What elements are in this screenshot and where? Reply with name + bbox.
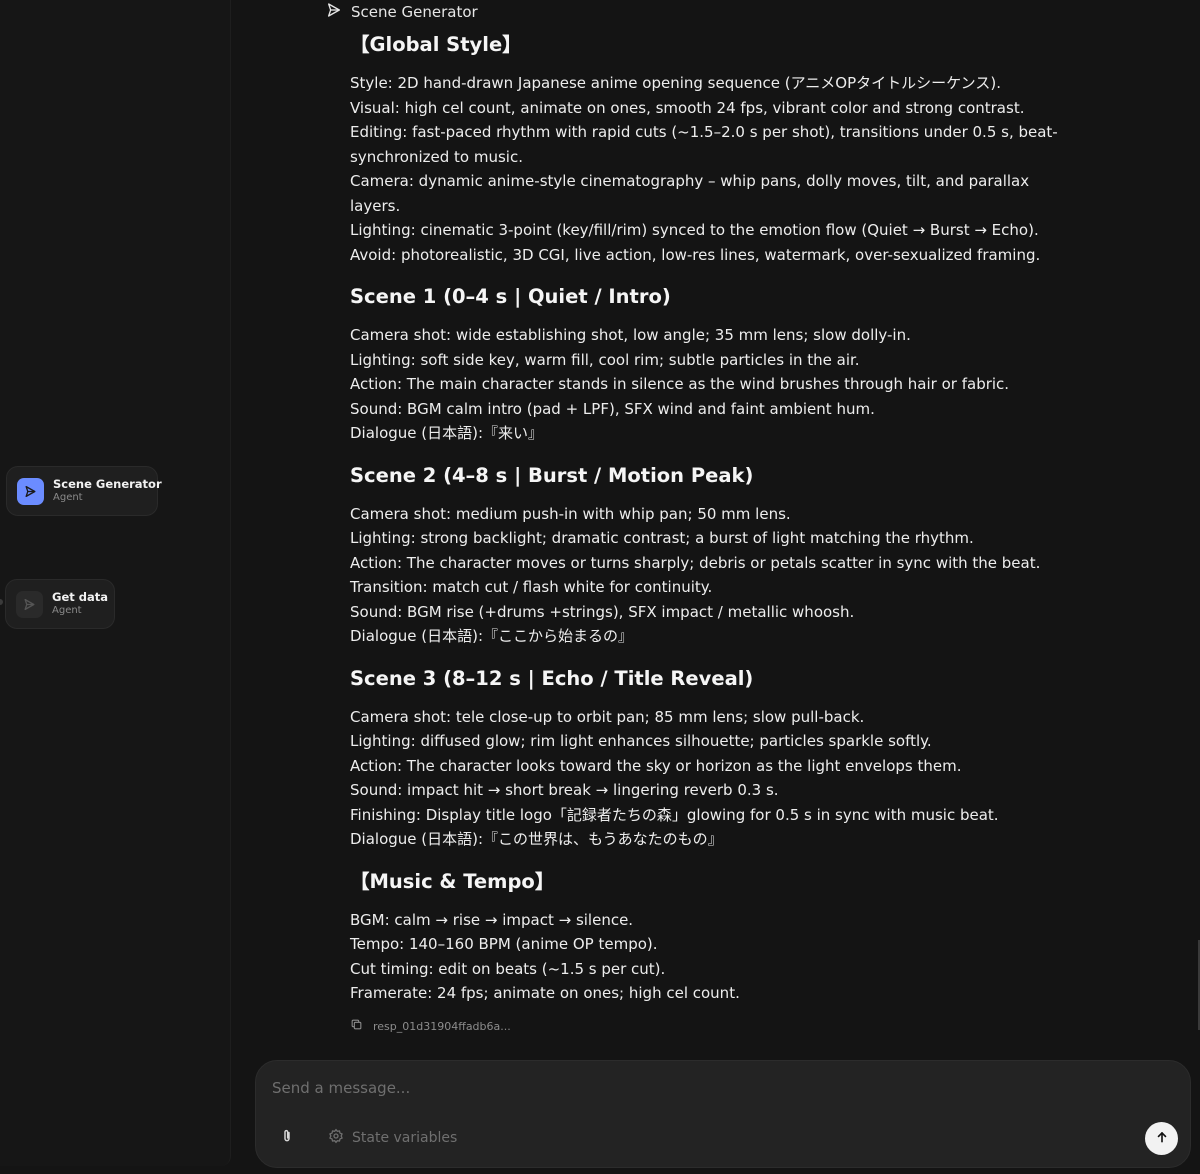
edge-connector [0, 599, 3, 605]
message-line: Lighting: cinematic 3-point (key/fill/ri… [350, 221, 1039, 239]
paper-plane-icon [17, 477, 44, 505]
chat-panel: Scene Generator 【Global Style】 Style: 2D… [231, 0, 1200, 1174]
agent-name: Scene Generator [351, 3, 478, 21]
section-heading: Scene 1 (0–4 s | Quiet / Intro) [350, 285, 671, 308]
message-line: Framerate: 24 fps; animate on ones; high… [350, 984, 740, 1002]
copy-icon[interactable] [350, 1018, 363, 1034]
message-line: Action: The character looks toward the s… [350, 756, 962, 775]
attach-button[interactable] [276, 1127, 298, 1149]
message-line: Cut timing: edit on beats (~1.5 s per cu… [350, 959, 666, 978]
message-input[interactable] [272, 1075, 1152, 1101]
message-line: Finishing: Display title logo「記録者たちの森」gl… [350, 805, 999, 824]
section-heading: 【Music & Tempo】 [350, 869, 555, 893]
paperclip-icon [279, 1128, 295, 1148]
message-line: Sound: impact hit → short break → linger… [350, 781, 779, 799]
gear-icon [328, 1128, 344, 1148]
message-line: BGM: calm → rise → impact → silence. [350, 910, 634, 929]
response-id[interactable]: resp_01d31904ffadb6a... [350, 1016, 511, 1036]
message-line: Visual: high cel count, animate on ones,… [350, 98, 1025, 117]
section-heading: 【Global Style】 [350, 33, 522, 56]
message-line: Camera shot: tele close-up to orbit pan;… [350, 707, 865, 726]
section-heading: Scene 2 (4–8 s | Burst / Motion Peak) [350, 463, 754, 487]
section-scene-2: Scene 2 (4–8 s | Burst / Motion Peak) Ca… [350, 461, 1070, 649]
section-scene-1: Scene 1 (0–4 s | Quiet / Intro) Camera s… [350, 282, 1070, 446]
arrow-up-icon [1155, 1129, 1169, 1148]
message-line: Lighting: strong backlight; dramatic con… [350, 529, 974, 547]
section-scene-3: Scene 3 (8–12 s | Echo / Title Reveal) C… [350, 664, 1070, 852]
message-composer: State variables [255, 1060, 1191, 1168]
message-line: Camera shot: wide establishing shot, low… [350, 326, 911, 344]
node-subtitle: Agent [52, 605, 82, 616]
paper-plane-icon [16, 590, 43, 618]
message-line: Dialogue (日本語):『来い』 [350, 424, 544, 442]
section-music-tempo: 【Music & Tempo】 BGM: calm → rise → impac… [350, 867, 1070, 1006]
message-line: Camera shot: medium push-in with whip pa… [350, 504, 791, 523]
message-line: Sound: BGM calm intro (pad + LPF), SFX w… [350, 399, 875, 418]
message-line: Sound: BGM rise (+drums +strings), SFX i… [350, 602, 855, 621]
message-line: Camera: dynamic anime-style cinematograp… [350, 172, 1030, 215]
section-heading: Scene 3 (8–12 s | Echo / Title Reveal) [350, 666, 754, 690]
message-line: Lighting: soft side key, warm fill, cool… [350, 350, 860, 369]
paper-plane-icon [326, 2, 342, 22]
send-button[interactable] [1145, 1122, 1178, 1155]
assistant-message: 【Global Style】 Style: 2D hand-drawn Japa… [350, 30, 1070, 1021]
message-line: Editing: fast-paced rhythm with rapid cu… [350, 123, 1058, 166]
response-id-text: resp_01d31904ffadb6a... [373, 1019, 511, 1033]
message-line: Dialogue (日本語):『ここから始まるの』 [350, 627, 634, 645]
node-scene-generator[interactable]: Scene Generator Agent [6, 466, 162, 516]
message-line: Tempo: 140–160 BPM (anime OP tempo). [350, 935, 658, 953]
message-line: Transition: match cut / flash white for … [350, 578, 713, 596]
node-title: Scene Generator [53, 477, 162, 491]
message-line: Action: The main character stands in sil… [350, 375, 1010, 393]
flow-canvas[interactable]: Scene Generator Agent Get data Agent [0, 0, 231, 1166]
section-global-style: 【Global Style】 Style: 2D hand-drawn Japa… [350, 30, 1070, 267]
message-line: Avoid: photorealistic, 3D CGI, live acti… [350, 245, 1041, 264]
state-variables-button[interactable]: State variables [328, 1127, 457, 1149]
message-line: Action: The character moves or turns sha… [350, 553, 1041, 572]
state-variables-label: State variables [352, 1130, 458, 1146]
app-root: Scene Generator Agent Get data Agent Sce… [0, 0, 1200, 1174]
node-get-data[interactable]: Get data Agent [5, 579, 115, 629]
node-subtitle: Agent [53, 492, 83, 503]
message-line: Lighting: diffused glow; rim light enhan… [350, 732, 932, 750]
node-title: Get data [52, 590, 108, 604]
message-line: Style: 2D hand-drawn Japanese anime open… [350, 74, 1001, 92]
message-line: Dialogue (日本語):『この世界は、もうあなたのもの』 [350, 830, 723, 848]
agent-header: Scene Generator [326, 2, 478, 22]
